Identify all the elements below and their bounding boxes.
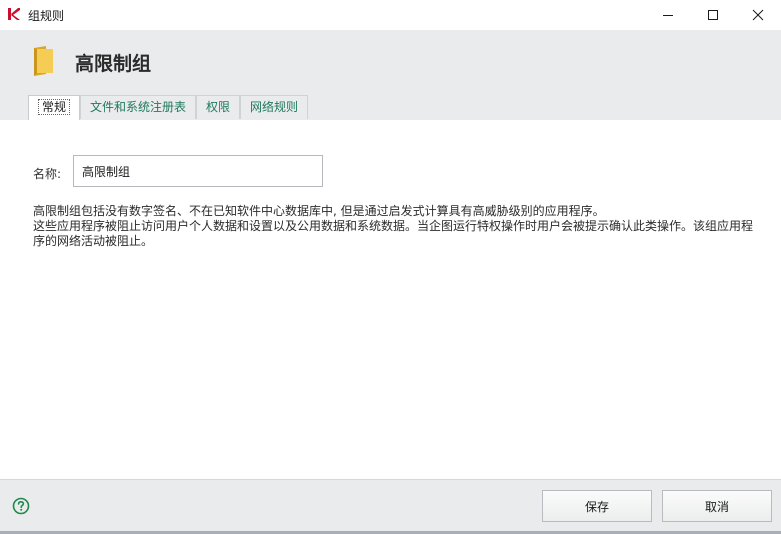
title-bar: 组规则 bbox=[0, 0, 781, 30]
content-panel: 名称: 高限制组包括没有数字签名、不在已知软件中心数据库中, 但是通过启发式计算… bbox=[0, 120, 781, 479]
description-line-1: 高限制组包括没有数字签名、不在已知软件中心数据库中, 但是通过启发式计算具有高威… bbox=[33, 204, 605, 218]
group-description: 高限制组包括没有数字签名、不在已知软件中心数据库中, 但是通过启发式计算具有高威… bbox=[33, 204, 753, 249]
tab-general[interactable]: 常规 bbox=[28, 95, 81, 120]
help-icon[interactable] bbox=[12, 497, 30, 515]
group-rule-window: 组规则 高限制组 常规 文件和系统注册表 权限 网络规则 名称: 高限制组 高限… bbox=[0, 0, 781, 534]
header-panel: 高限制组 常规 文件和系统注册表 权限 网络规则 bbox=[0, 30, 781, 120]
group-title: 高限制组 bbox=[75, 53, 152, 75]
name-label: 名称: bbox=[33, 167, 62, 181]
window-title: 组规则 bbox=[28, 9, 65, 23]
maximize-button[interactable] bbox=[693, 0, 733, 30]
name-input[interactable] bbox=[73, 155, 323, 187]
footer-bar: 保存 取消 bbox=[0, 479, 781, 534]
folder-icon bbox=[34, 46, 53, 76]
description-line-2: 这些应用程序被阻止访问用户个人数据和设置以及公用数据和系统数据。当企图运行特权操… bbox=[33, 219, 754, 248]
tab-network-rules[interactable]: 网络规则 bbox=[240, 95, 309, 119]
tab-permissions[interactable]: 权限 bbox=[196, 95, 241, 119]
maximize-icon bbox=[708, 10, 718, 20]
close-button[interactable] bbox=[738, 0, 778, 30]
tab-general-label: 常规 bbox=[38, 99, 71, 115]
minimize-button[interactable] bbox=[648, 0, 688, 30]
tab-files-and-registry[interactable]: 文件和系统注册表 bbox=[80, 95, 197, 119]
close-icon bbox=[752, 9, 764, 21]
tab-bar: 常规 文件和系统注册表 权限 网络规则 bbox=[28, 95, 309, 120]
minimize-icon bbox=[663, 15, 673, 16]
cancel-button[interactable]: 取消 bbox=[662, 490, 772, 522]
kaspersky-logo-icon bbox=[8, 8, 20, 20]
save-button[interactable]: 保存 bbox=[542, 490, 652, 522]
